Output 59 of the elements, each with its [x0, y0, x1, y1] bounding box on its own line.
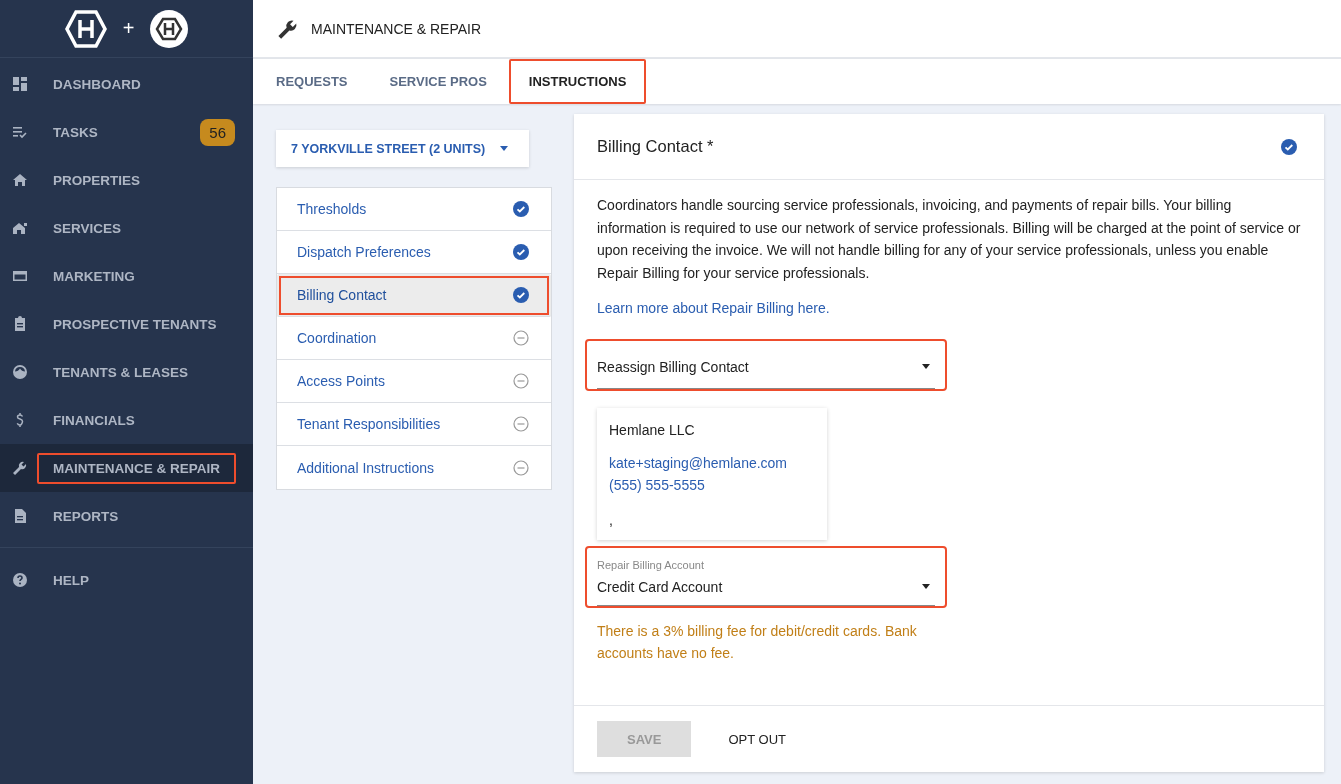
home-icon	[12, 172, 28, 188]
clipboard-icon	[12, 316, 28, 332]
sidebar-item-label: MAINTENANCE & REPAIR	[37, 452, 236, 484]
wrench-icon	[277, 17, 299, 40]
tab[interactable]: INSTRUCTIONS	[508, 59, 647, 104]
contact-name: Hemlane LLC	[609, 422, 696, 438]
sidebar-item-label: TASKS	[52, 123, 99, 142]
contact-address: ,	[609, 512, 614, 528]
step-item[interactable]: Thresholds	[277, 188, 551, 231]
sidebar-item[interactable]: PROPERTIES	[0, 156, 253, 204]
sidebar-item[interactable]: SERVICES	[0, 204, 253, 252]
step-item[interactable]: Billing Contact	[277, 274, 551, 317]
hexagon-logo-icon	[64, 9, 107, 48]
learn-more-link[interactable]: Learn more about Repair Billing here.	[597, 300, 830, 316]
services-icon	[12, 220, 28, 236]
tasks-icon	[12, 124, 28, 140]
marketing-icon	[12, 268, 28, 284]
caret-icon	[499, 145, 510, 152]
property-dropdown[interactable]: 7 YORKVILLE STREET (2 UNITS)	[276, 130, 530, 167]
sidebar-item-label: REPORTS	[52, 507, 120, 526]
sidebar-item[interactable]: TASKS 56	[0, 108, 253, 156]
doc-icon	[12, 508, 28, 524]
sidebar-item-label: TENANTS & LEASES	[52, 363, 189, 382]
contact-phone-link[interactable]: (555) 555-5555	[609, 474, 815, 496]
sidebar-item-label: PROPERTIES	[52, 171, 142, 190]
sidebar-item[interactable]: FINANCIALS	[0, 396, 253, 444]
contact-email-link[interactable]: kate+staging@hemlane.com	[609, 452, 815, 474]
fee-warning-text: There is a 3% billing fee for debit/credit cards. Bank accounts have no fee.	[597, 622, 918, 663]
sidebar-item[interactable]: PROSPECTIVE TENANTS	[0, 300, 253, 348]
sidebar-item[interactable]: REPORTS	[0, 492, 253, 540]
sidebar-item-label: FINANCIALS	[52, 411, 136, 430]
step-item[interactable]: Additional Instructions	[277, 446, 551, 489]
task-count-badge: 56	[200, 118, 235, 146]
tab[interactable]: SERVICE PROS	[369, 59, 507, 104]
description-text: Coordinators handle sourcing service professionals, invoicing, and payments of repair bills. Your billing information is required to use our network of service professionals. Billing will be charged at the point of service or upon receiving the invoice. We will not handle billing for any of your service professionals, unless you enable Repair Billing for your service professionals.	[597, 196, 1301, 283]
step-item[interactable]: Tenant Responsibilities	[277, 403, 551, 446]
sidebar-item-label: PROSPECTIVE TENANTS	[52, 315, 218, 334]
plus-sign: +	[122, 17, 135, 40]
step-item[interactable]: Access Points	[277, 360, 551, 403]
tab[interactable]: REQUESTS	[256, 59, 368, 104]
page-title: MAINTENANCE & REPAIR	[311, 20, 482, 37]
step-item[interactable]: Coordination	[277, 317, 551, 360]
opt-out-button[interactable]: OPT OUT	[707, 721, 807, 757]
sidebar-item[interactable]: MAINTENANCE & REPAIR	[0, 444, 253, 492]
caret-icon	[921, 583, 931, 590]
sidebar-item-label: HELP	[52, 571, 90, 590]
sidebar-item[interactable]: HELP	[0, 556, 253, 604]
sidebar-item-label: MARKETING	[52, 267, 136, 286]
sidebar-item-label: DASHBOARD	[52, 75, 142, 94]
section-title: Billing Contact *	[597, 137, 714, 156]
help-icon	[12, 572, 28, 588]
sidebar-item[interactable]: DASHBOARD	[0, 60, 253, 108]
wrench-icon	[12, 460, 28, 476]
circle-logo-icon	[150, 9, 189, 48]
caret-icon	[921, 363, 931, 370]
sidebar-item[interactable]: MARKETING	[0, 252, 253, 300]
dashboard-icon	[12, 76, 28, 92]
sidebar-item-label: SERVICES	[52, 219, 123, 238]
sidebar-item[interactable]: TENANTS & LEASES	[0, 348, 253, 396]
